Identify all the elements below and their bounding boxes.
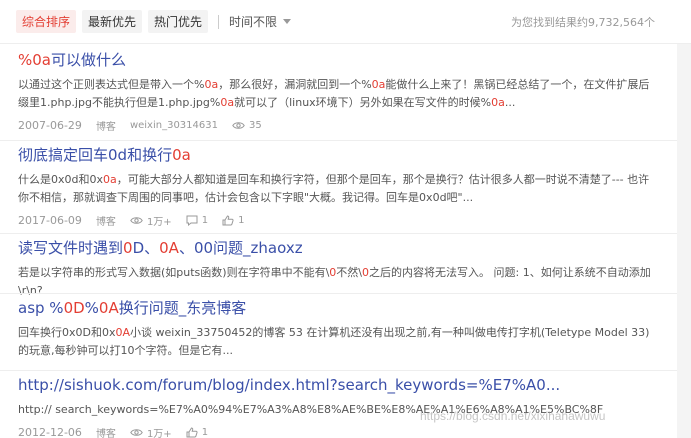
text-segment: 回车换行0x0D和0x <box>18 326 116 339</box>
time-filter-dropdown[interactable]: 时间不限 <box>229 13 292 30</box>
views-stat: 1万+ <box>130 213 172 228</box>
views-stat: 35 <box>232 120 262 131</box>
result-date: 2017-06-09 <box>18 214 82 227</box>
text-segment: 若是以字符串的形式写入数据(如puts函数)则在字符串中不能有\ <box>18 266 330 279</box>
result-count: 为您找到结果约9,732,564个 <box>511 16 655 29</box>
source-label: 博客 <box>95 429 116 438</box>
text-segment: 可以做什么 <box>51 51 127 69</box>
text-segment: ，那么很好，漏洞就回到一个% <box>218 78 372 91</box>
search-result: 读写文件时遇到0D、0A、00问题_zhaoxz 若是以字符串的形式写入数据(如… <box>18 238 658 300</box>
time-filter-label: 时间不限 <box>229 15 278 29</box>
sort-popular-button[interactable]: 热门优先 <box>148 10 209 33</box>
keyword-highlight: %0a <box>18 51 51 69</box>
search-result: http://sishuok.com/forum/blog/index.html… <box>18 375 658 438</box>
result-snippet: 以通过这个正则表达式但是带入一个%0a，那么很好，漏洞就回到一个%0a能做什么上… <box>18 76 658 112</box>
views-stat: 1万+ <box>130 425 172 438</box>
sort-newest-button[interactable]: 最新优先 <box>82 10 143 33</box>
likes-stat[interactable]: 1 <box>222 215 244 226</box>
text-segment: 换行问题_东亮博客 <box>118 299 247 317</box>
views-count: 1万+ <box>146 217 172 228</box>
eye-icon <box>232 122 245 129</box>
text-segment: 什么是0x0d和0x <box>18 173 103 186</box>
keyword-highlight: 0A <box>98 299 119 317</box>
filter-divider <box>218 14 220 29</box>
result-date: 2012-12-06 <box>18 426 82 438</box>
result-date: 2007-06-29 <box>18 119 82 132</box>
result-title-link[interactable]: asp %0D%0A换行问题_东亮博客 <box>18 298 658 318</box>
keyword-highlight: 0a <box>220 96 235 109</box>
source-label: 博客 <box>95 122 116 133</box>
views-count: 35 <box>248 120 262 131</box>
author-name[interactable]: weixin_30314631 <box>130 120 218 131</box>
comment-icon <box>186 215 198 226</box>
keyword-highlight: 0 <box>362 266 370 279</box>
result-title-link[interactable]: http://sishuok.com/forum/blog/index.html… <box>18 375 658 395</box>
text-segment: 、00问题_zhaoxz <box>178 239 303 257</box>
watermark: https://blog.csdn.net/xixihahawuwu <box>420 409 606 423</box>
result-divider <box>0 140 677 141</box>
chevron-down-icon <box>283 19 292 24</box>
likes-count: 1 <box>201 427 209 438</box>
result-divider <box>0 293 677 294</box>
result-title-link[interactable]: 读写文件时遇到0D、0A、00问题_zhaoxz <box>18 238 658 258</box>
result-snippet: 若是以字符串的形式写入数据(如puts函数)则在字符串中不能有\0不然\0之后的… <box>18 264 658 300</box>
keyword-highlight: 0a <box>371 78 386 91</box>
keyword-highlight: 0D <box>63 299 85 317</box>
keyword-highlight: 0a <box>103 173 117 186</box>
keyword-highlight: 0a <box>491 96 505 109</box>
text-segment: http://sishuok.com/forum/blog/index.html… <box>18 376 561 394</box>
keyword-highlight: 0a <box>172 146 191 164</box>
keyword-highlight: 0A <box>159 239 179 257</box>
likes-stat[interactable]: 1 <box>186 427 208 438</box>
text-segment: % <box>84 299 99 317</box>
comments-count: 1 <box>201 215 209 226</box>
result-meta: 2007-06-29 博客 weixin_30314631 35 <box>18 118 658 133</box>
text-segment: 以通过这个正则表达式但是带入一个% <box>18 78 205 91</box>
search-result: %0a可以做什么 以通过这个正则表达式但是带入一个%0a，那么很好，漏洞就回到一… <box>18 50 658 133</box>
source-label: 博客 <box>95 217 116 228</box>
text-segment: D、 <box>132 239 160 257</box>
sort-comprehensive-button[interactable]: 综合排序 <box>16 10 77 33</box>
result-title-link[interactable]: %0a可以做什么 <box>18 50 658 70</box>
result-divider <box>0 370 677 371</box>
keyword-highlight: 0a <box>204 78 219 91</box>
scrollbar[interactable] <box>677 44 691 438</box>
eye-icon <box>130 429 143 436</box>
search-result: asp %0D%0A换行问题_东亮博客 回车换行0x0D和0x0A小谈 weix… <box>18 298 658 360</box>
views-count: 1万+ <box>146 429 172 438</box>
text-segment: 彻底搞定回车0d和换行 <box>18 146 173 164</box>
likes-count: 1 <box>238 215 245 226</box>
text-segment: 读写文件时遇到 <box>18 239 124 257</box>
result-divider <box>0 233 677 234</box>
thumbs-up-icon <box>186 427 198 438</box>
comments-stat[interactable]: 1 <box>186 215 208 226</box>
text-segment: ... <box>504 96 516 109</box>
text-segment: 不然\ <box>336 266 363 279</box>
result-snippet: 回车换行0x0D和0x0A小谈 weixin_33750452的博客 53 在计… <box>18 324 658 360</box>
result-meta: 2012-12-06 博客 1万+ 1 <box>18 425 658 438</box>
keyword-highlight: 0A <box>115 326 131 339</box>
thumbs-up-icon <box>222 215 234 226</box>
search-result: 彻底搞定回车0d和换行0a 什么是0x0d和0x0a，可能大部分人都知道是回车和… <box>18 145 658 228</box>
eye-icon <box>130 217 143 224</box>
result-meta: 2017-06-09 博客 1万+ 1 1 <box>18 213 658 228</box>
keyword-highlight: 0 <box>123 239 133 257</box>
result-title-link[interactable]: 彻底搞定回车0d和换行0a <box>18 145 658 165</box>
result-snippet: 什么是0x0d和0x0a，可能大部分人都知道是回车和换行字符，但那个是回车，那个… <box>18 171 658 207</box>
text-segment: 就可以了（linux环境下）另外如果在写文件的时候% <box>234 96 492 109</box>
text-segment: asp % <box>18 299 64 317</box>
